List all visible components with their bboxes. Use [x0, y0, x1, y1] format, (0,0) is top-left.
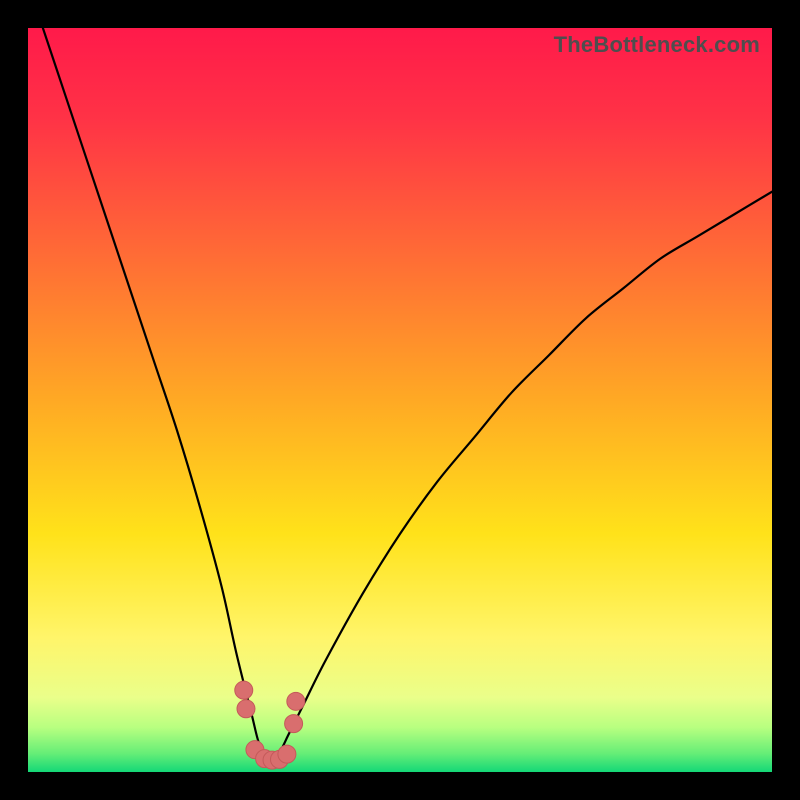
- watermark-text: TheBottleneck.com: [554, 32, 760, 58]
- marker-point: [287, 692, 305, 710]
- outer-frame: TheBottleneck.com: [0, 0, 800, 800]
- marker-point: [285, 715, 303, 733]
- plot-area: TheBottleneck.com: [28, 28, 772, 772]
- marker-point: [235, 681, 253, 699]
- bottleneck-curve: [43, 28, 772, 759]
- curve-layer: [28, 28, 772, 772]
- marker-point: [237, 700, 255, 718]
- sample-markers: [235, 681, 305, 769]
- marker-point: [278, 745, 296, 763]
